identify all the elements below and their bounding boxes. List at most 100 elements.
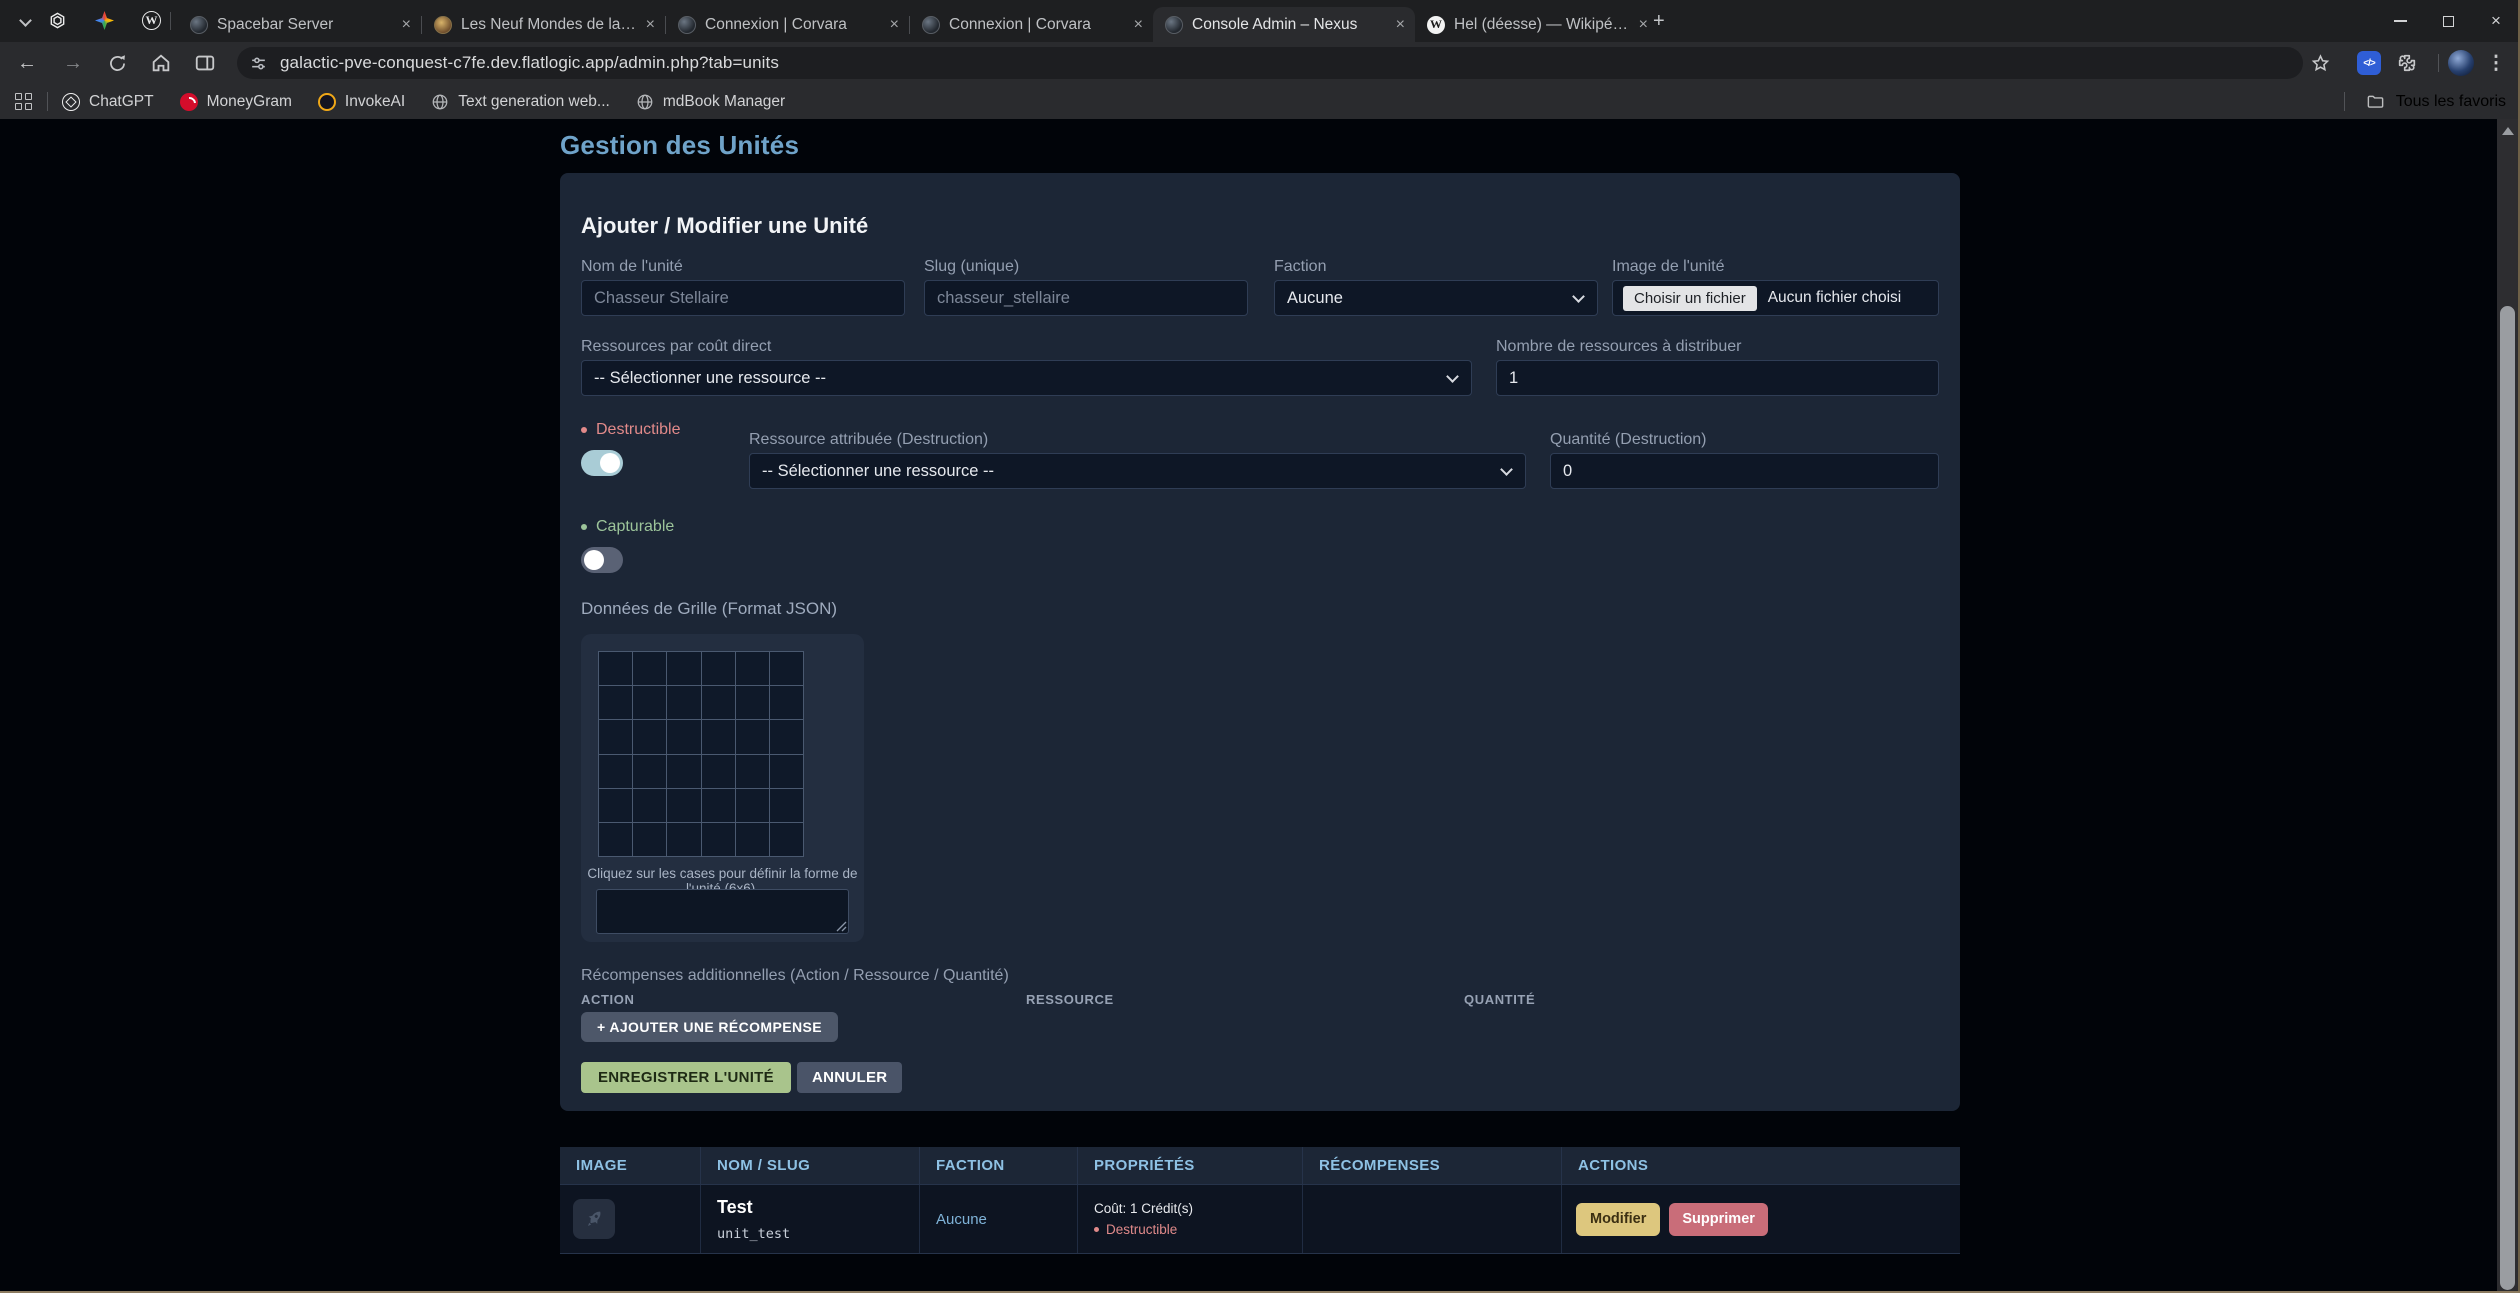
- choose-file-button[interactable]: Choisir un fichier: [1623, 286, 1757, 311]
- side-panel-button[interactable]: [189, 47, 221, 79]
- grid-cell[interactable]: [599, 686, 633, 720]
- grid-cell[interactable]: [702, 652, 736, 686]
- bookmark-mdbook[interactable]: mdBook Manager: [636, 93, 785, 111]
- grid-cell[interactable]: [633, 720, 667, 754]
- tab-hel-wikipedia[interactable]: W Hel (déesse) — Wikipédia ×: [1415, 7, 1658, 42]
- pinned-tab-wordpress[interactable]: W: [142, 11, 161, 30]
- bookmark-label: Text generation web...: [458, 93, 610, 111]
- home-button[interactable]: [145, 47, 177, 79]
- pinned-tab-chatgpt[interactable]: [48, 11, 67, 30]
- grid-cell[interactable]: [702, 789, 736, 823]
- tab-console-admin-active[interactable]: Console Admin – Nexus ×: [1153, 7, 1415, 42]
- unit-name-input[interactable]: [581, 280, 905, 316]
- tab-close-icon[interactable]: ×: [1639, 17, 1648, 33]
- faction-select[interactable]: Aucune: [1274, 280, 1598, 316]
- dev-extension-button[interactable]: </>: [2353, 47, 2385, 79]
- grid-cell[interactable]: [770, 686, 804, 720]
- bookmark-text-generation[interactable]: Text generation web...: [431, 93, 610, 111]
- forward-button[interactable]: →: [57, 47, 89, 79]
- grid-cell[interactable]: [667, 686, 701, 720]
- grid-cell[interactable]: [770, 720, 804, 754]
- tab-neuf-mondes[interactable]: Les Neuf Mondes de la Mythol... ×: [422, 7, 665, 42]
- window-minimize-button[interactable]: [2376, 0, 2424, 42]
- chevron-down-icon: [1500, 463, 1513, 476]
- grid-cell[interactable]: [599, 652, 633, 686]
- grid-cell[interactable]: [633, 686, 667, 720]
- tab-close-icon[interactable]: ×: [1396, 17, 1405, 33]
- bookmark-invokeai[interactable]: InvokeAI: [318, 93, 405, 111]
- bookmark-star-button[interactable]: [2304, 47, 2336, 79]
- grid-cell[interactable]: [702, 720, 736, 754]
- cancel-button[interactable]: ANNULER: [797, 1062, 902, 1093]
- tab-close-icon[interactable]: ×: [890, 17, 899, 33]
- grid-cell[interactable]: [599, 755, 633, 789]
- profile-button[interactable]: [2445, 47, 2477, 79]
- scroll-up-arrow-icon[interactable]: [2502, 127, 2514, 135]
- grid-cell[interactable]: [736, 686, 770, 720]
- add-reward-button[interactable]: + AJOUTER UNE RÉCOMPENSE: [581, 1012, 838, 1042]
- tab-spacebar-server[interactable]: Spacebar Server ×: [178, 7, 421, 42]
- bookmark-moneygram[interactable]: MoneyGram: [180, 93, 292, 111]
- grid-cell[interactable]: [667, 789, 701, 823]
- window-maximize-button[interactable]: [2424, 0, 2472, 42]
- grid-cell[interactable]: [599, 823, 633, 857]
- grid-cell[interactable]: [702, 755, 736, 789]
- grid-cell[interactable]: [702, 823, 736, 857]
- bookmark-chatgpt[interactable]: ChatGPT: [62, 93, 154, 111]
- grid-cell[interactable]: [599, 789, 633, 823]
- delete-unit-button[interactable]: Supprimer: [1669, 1203, 1768, 1236]
- grid-cell[interactable]: [736, 823, 770, 857]
- apps-grid-icon[interactable]: [15, 93, 32, 110]
- grid-cell[interactable]: [770, 652, 804, 686]
- site-settings-icon[interactable]: [249, 54, 268, 73]
- unit-name: Test: [717, 1197, 919, 1218]
- grid-cell[interactable]: [667, 652, 701, 686]
- window-close-button[interactable]: ×: [2472, 0, 2520, 42]
- cost-amount-input[interactable]: [1496, 360, 1939, 396]
- tab-connexion-corvara-2[interactable]: Connexion | Corvara ×: [910, 7, 1153, 42]
- new-tab-button[interactable]: +: [1653, 10, 1665, 33]
- grid-cell[interactable]: [736, 720, 770, 754]
- grid-cell[interactable]: [736, 755, 770, 789]
- grid-cell[interactable]: [633, 789, 667, 823]
- tab-close-icon[interactable]: ×: [402, 17, 411, 33]
- tab-close-icon[interactable]: ×: [1134, 17, 1143, 33]
- reload-button[interactable]: [101, 47, 133, 79]
- extensions-button[interactable]: [2391, 47, 2423, 79]
- unit-slug-input[interactable]: [924, 280, 1248, 316]
- grid-cell[interactable]: [633, 823, 667, 857]
- grid-json-textarea[interactable]: [596, 889, 849, 934]
- tab-close-icon[interactable]: ×: [646, 17, 655, 33]
- grid-cell[interactable]: [736, 652, 770, 686]
- grid-cell[interactable]: [667, 823, 701, 857]
- grid-cell[interactable]: [633, 652, 667, 686]
- destruction-resource-select[interactable]: -- Sélectionner une ressource --: [749, 453, 1526, 489]
- destruction-quantity-input[interactable]: [1550, 453, 1939, 489]
- tab-connexion-corvara-1[interactable]: Connexion | Corvara ×: [666, 7, 909, 42]
- capturable-toggle[interactable]: [581, 547, 623, 573]
- destructible-toggle[interactable]: [581, 450, 623, 476]
- grid-cell[interactable]: [770, 755, 804, 789]
- cost-resource-select[interactable]: -- Sélectionner une ressource --: [581, 360, 1472, 396]
- browser-menu-button[interactable]: ⋮: [2480, 47, 2512, 79]
- edit-unit-button[interactable]: Modifier: [1576, 1203, 1660, 1236]
- chevron-down-icon: [1446, 370, 1459, 383]
- grid-cell[interactable]: [770, 823, 804, 857]
- grid-cell[interactable]: [599, 720, 633, 754]
- unit-image-file-input[interactable]: Choisir un fichier Aucun fichier choisi: [1612, 280, 1939, 316]
- grid-cell[interactable]: [667, 755, 701, 789]
- grid-cell[interactable]: [770, 789, 804, 823]
- scrollbar-thumb[interactable]: [2500, 306, 2515, 1290]
- all-favorites-button[interactable]: Tous les favoris: [2344, 84, 2506, 119]
- save-unit-button[interactable]: ENREGISTRER L'UNITÉ: [581, 1062, 791, 1093]
- page-scrollbar[interactable]: [2497, 119, 2518, 1293]
- back-button[interactable]: ←: [11, 47, 43, 79]
- grid-cell[interactable]: [633, 755, 667, 789]
- grid-cell[interactable]: [667, 720, 701, 754]
- resize-grip-icon[interactable]: [835, 920, 847, 932]
- tab-search-button[interactable]: [14, 13, 36, 31]
- pinned-tab-gemini[interactable]: [95, 11, 114, 30]
- grid-cell[interactable]: [736, 789, 770, 823]
- address-bar[interactable]: galactic-pve-conquest-c7fe.dev.flatlogic…: [237, 47, 2303, 79]
- grid-cell[interactable]: [702, 686, 736, 720]
